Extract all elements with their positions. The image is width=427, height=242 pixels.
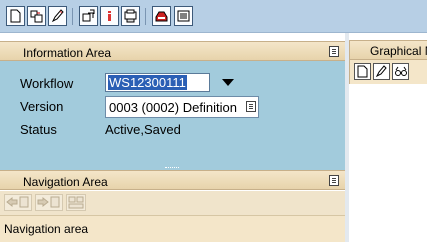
information-area-menu-icon[interactable]	[329, 46, 339, 57]
print-icon[interactable]	[121, 6, 140, 26]
version-label: Version	[20, 99, 64, 114]
information-area-header: Information Area	[0, 41, 345, 61]
navigation-area-menu-icon[interactable]	[329, 175, 339, 186]
information-icon[interactable]	[100, 6, 119, 26]
graphical-area-title: Graphical Model Editor	[370, 44, 427, 58]
navigation-area-body: Navigation area	[0, 216, 345, 242]
workflow-label: Workflow	[20, 76, 74, 91]
forward-icon[interactable]	[35, 194, 63, 211]
back-icon[interactable]	[4, 194, 32, 211]
inbox-icon[interactable]	[152, 6, 171, 26]
new-document-icon[interactable]	[6, 6, 25, 26]
navigation-area-text: Navigation area	[4, 222, 89, 236]
graphical-area-header: Graphical Model Editor	[349, 40, 427, 60]
new-document-icon[interactable]	[354, 63, 371, 80]
workflow-dropdown-arrow-icon[interactable]	[222, 79, 234, 86]
application-toolbar	[0, 0, 427, 33]
navigation-area-header: Navigation Area	[0, 170, 345, 190]
toolbar-separator	[145, 8, 146, 25]
workflow-value: WS12300111	[108, 75, 187, 90]
version-value: 0003 (0002) Definition	[109, 100, 237, 115]
edit-pencil-icon[interactable]	[48, 6, 67, 26]
generate-version-icon[interactable]	[79, 6, 98, 26]
version-select-icon[interactable]	[246, 101, 256, 112]
graphical-area-toolbar	[349, 60, 427, 84]
other-object-icon[interactable]	[27, 6, 46, 26]
list-icon[interactable]	[174, 6, 193, 26]
toolbar-separator	[72, 8, 73, 25]
workflow-input[interactable]: WS12300111	[105, 73, 210, 92]
edit-pencil-icon[interactable]	[373, 63, 390, 80]
navigation-toolbar	[0, 191, 345, 216]
graphical-area-pane: Graphical Model Editor	[349, 33, 427, 242]
version-field[interactable]: 0003 (0002) Definition	[105, 96, 259, 118]
status-label: Status	[20, 122, 57, 137]
information-area-title: Information Area	[23, 46, 112, 60]
display-glasses-icon[interactable]	[392, 63, 409, 80]
navigation-area-title: Navigation Area	[23, 175, 108, 189]
structure-icon[interactable]	[66, 194, 86, 211]
status-value: Active,Saved	[105, 122, 181, 137]
splitter-grip[interactable]	[165, 167, 179, 169]
